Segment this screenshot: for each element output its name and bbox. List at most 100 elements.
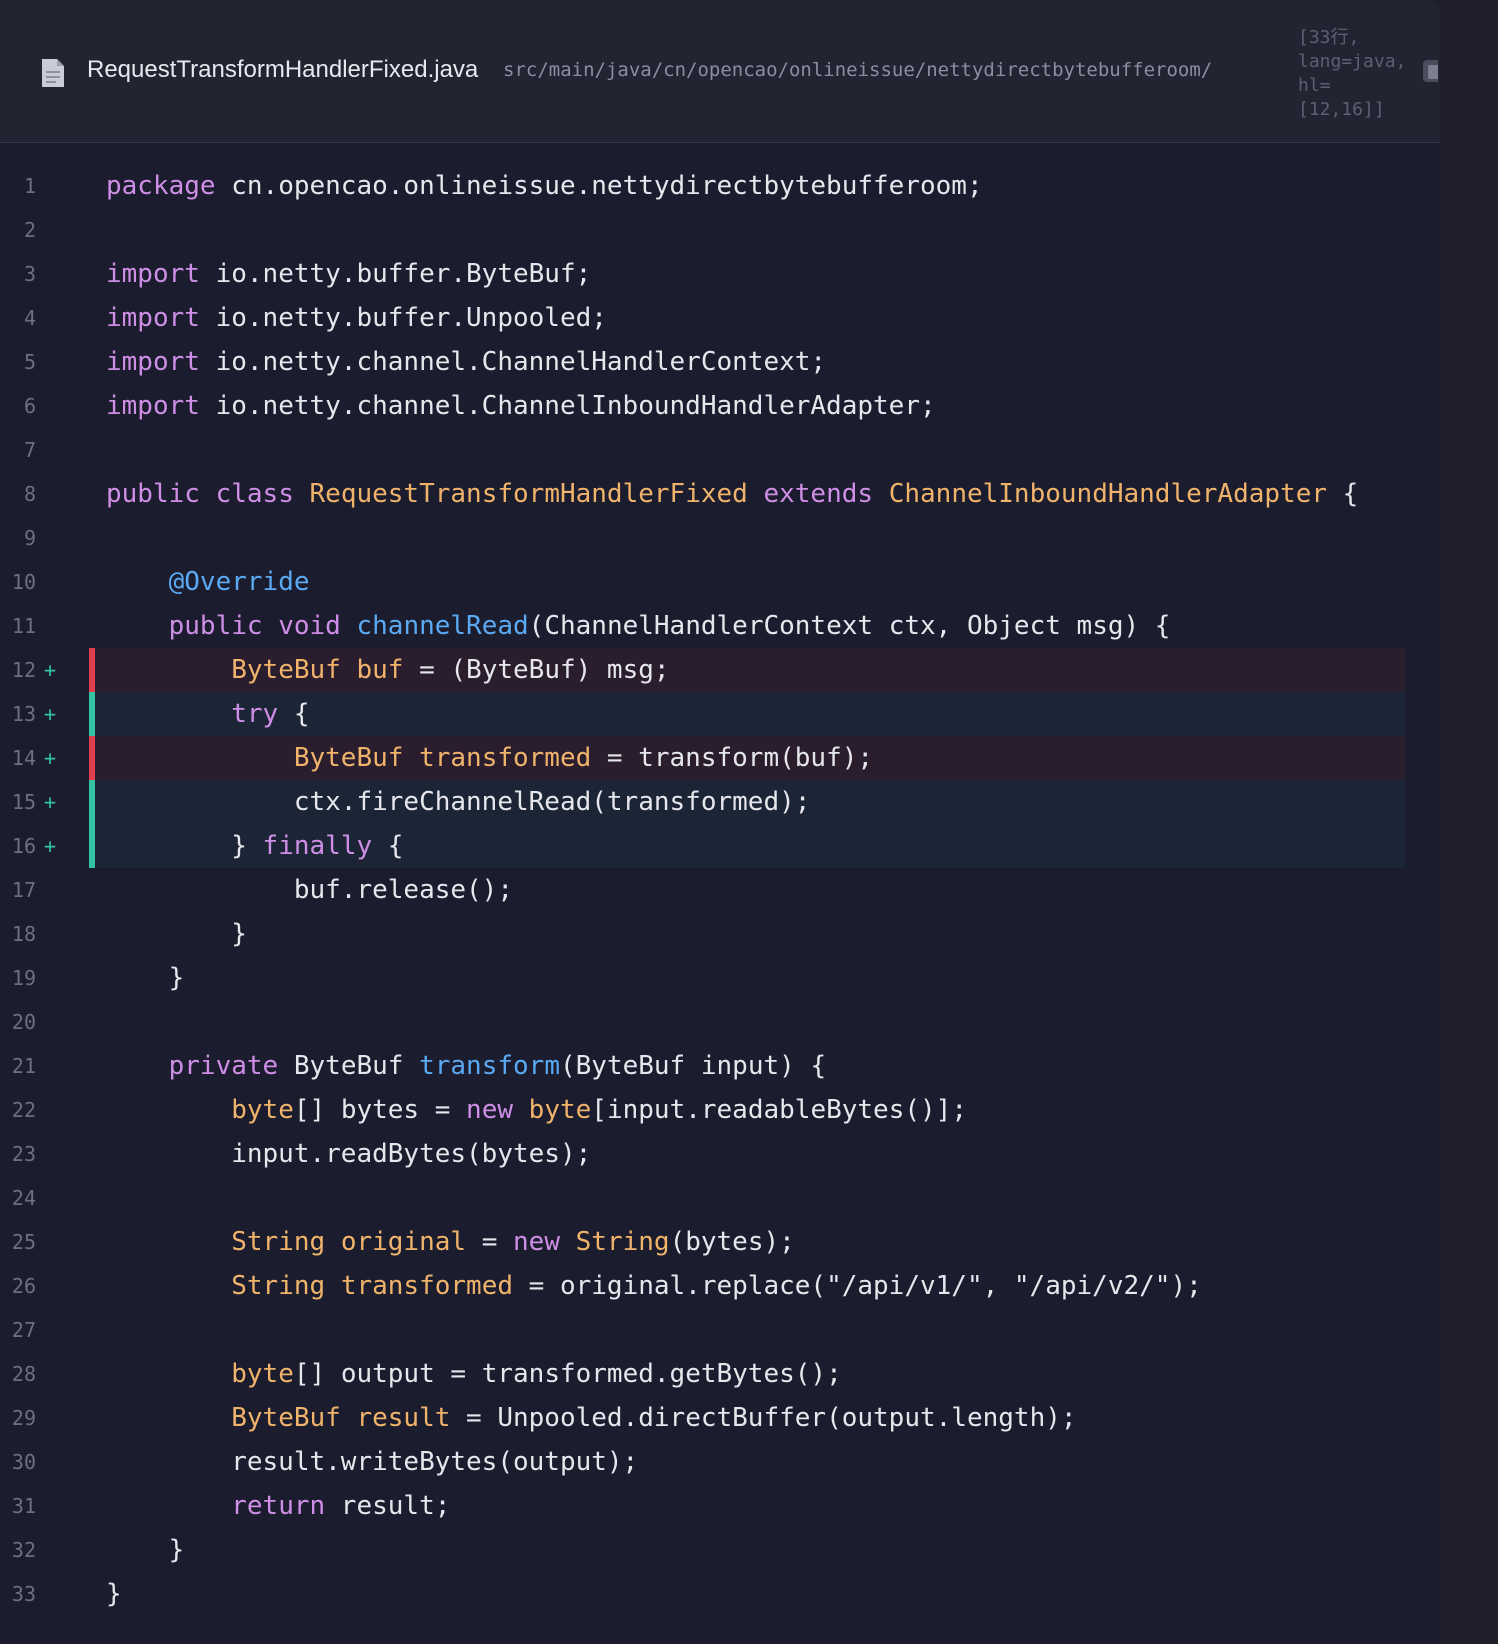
code-token: try bbox=[231, 699, 279, 729]
line-number: 17 bbox=[11, 878, 36, 902]
line-number: 7 bbox=[23, 438, 36, 462]
code-token: original bbox=[340, 1227, 467, 1257]
line-number: 26 bbox=[11, 1274, 36, 1298]
line-number: 28 bbox=[11, 1362, 36, 1386]
code-token: } bbox=[106, 919, 247, 949]
code-line: 14 + ByteBuf transformed = transform(buf)… bbox=[0, 736, 1440, 780]
code-token: (ChannelHandlerContext ctx, Object msg) … bbox=[528, 611, 1171, 641]
code-token: } bbox=[106, 831, 263, 861]
code-line: 2 bbox=[0, 208, 1440, 252]
code-line: 24 bbox=[0, 1176, 1440, 1220]
code-line: 1 package cn.opencao.onlineissue.nettydir… bbox=[0, 164, 1440, 208]
side-gutter bbox=[1440, 0, 1498, 1644]
line-source: } bbox=[106, 912, 247, 956]
code-token: import bbox=[106, 347, 200, 377]
code-token: ChannelInboundHandlerAdapter bbox=[888, 479, 1327, 509]
line-number: 27 bbox=[11, 1318, 36, 1342]
line-source: ByteBuf buf = (ByteBuf) msg; bbox=[106, 648, 670, 692]
code-token: transformed bbox=[419, 743, 592, 773]
code-token: extends bbox=[763, 479, 874, 509]
copy-icon[interactable] bbox=[1420, 58, 1438, 84]
line-number: 12 bbox=[11, 658, 36, 682]
code-token: [input.readableBytes()]; bbox=[591, 1095, 967, 1125]
line-highlight-bar bbox=[89, 824, 95, 868]
line-number: 19 bbox=[11, 966, 36, 990]
code-token: ctx.fireChannelRead(transformed); bbox=[106, 787, 811, 817]
line-source: } bbox=[106, 1572, 122, 1616]
code-token: { bbox=[372, 831, 404, 861]
code-line: 11 public void channelRead(ChannelHandle… bbox=[0, 604, 1440, 648]
line-number: 5 bbox=[23, 350, 36, 374]
file-header: RequestTransformHandlerFixed.java src/ma… bbox=[0, 0, 1440, 143]
line-highlight-bar bbox=[89, 780, 95, 824]
code-token: { bbox=[1327, 479, 1359, 509]
line-source: String original = new String(bytes); bbox=[106, 1220, 795, 1264]
line-number: 25 bbox=[11, 1230, 36, 1254]
line-number: 16 bbox=[11, 834, 36, 858]
code-line: 26 String transformed = original.replace… bbox=[0, 1264, 1440, 1308]
code-token: buf bbox=[356, 655, 404, 685]
line-source: buf.release(); bbox=[106, 868, 513, 912]
code-token: import bbox=[106, 259, 200, 289]
code-viewer-panel: RequestTransformHandlerFixed.java src/ma… bbox=[0, 0, 1440, 1644]
line-source: input.readBytes(bytes); bbox=[106, 1132, 591, 1176]
code-token: public bbox=[106, 479, 200, 509]
line-source: } bbox=[106, 956, 185, 1000]
code-token: = (ByteBuf) msg; bbox=[403, 655, 670, 685]
code-line: 32 } bbox=[0, 1528, 1440, 1572]
code-token: String bbox=[575, 1227, 670, 1257]
line-number: 18 bbox=[11, 922, 36, 946]
code-token: transformed bbox=[340, 1271, 513, 1301]
code-line: 3 import io.netty.buffer.ByteBuf; bbox=[0, 252, 1440, 296]
code-token: import bbox=[106, 303, 200, 333]
line-number: 32 bbox=[11, 1538, 36, 1562]
code-line: 31 return result; bbox=[0, 1484, 1440, 1528]
code-token: byte bbox=[528, 1095, 592, 1125]
code-token: io.netty.buffer.Unpooled; bbox=[199, 303, 607, 333]
code-token: String bbox=[231, 1227, 326, 1257]
code-line: 18 } bbox=[0, 912, 1440, 956]
code-token: byte bbox=[231, 1359, 294, 1389]
code-line: 30 result.writeBytes(output); bbox=[0, 1440, 1440, 1484]
line-source: ctx.fireChannelRead(transformed); bbox=[106, 780, 811, 824]
line-source: byte[] bytes = new byte[input.readableBy… bbox=[106, 1088, 967, 1132]
code-line: 19 } bbox=[0, 956, 1440, 1000]
code-token: (bytes); bbox=[669, 1227, 795, 1257]
code-token: return bbox=[231, 1491, 326, 1521]
line-number: 3 bbox=[23, 262, 36, 286]
line-source: } bbox=[106, 1528, 185, 1572]
code-line: 22 byte[] bytes = new byte[input.readabl… bbox=[0, 1088, 1440, 1132]
line-number: 4 bbox=[23, 306, 36, 330]
line-number: 1 bbox=[23, 174, 36, 198]
code-line: 17 buf.release(); bbox=[0, 868, 1440, 912]
code-token: class bbox=[215, 479, 294, 509]
code-line: 6 import io.netty.channel.ChannelInboundH… bbox=[0, 384, 1440, 428]
line-number: 21 bbox=[11, 1054, 36, 1078]
document-icon bbox=[42, 59, 64, 87]
code-token: ByteBuf bbox=[278, 1051, 420, 1081]
added-marker: + bbox=[44, 658, 57, 682]
code-token: ByteBuf bbox=[293, 743, 404, 773]
code-token: channelRead bbox=[356, 611, 529, 641]
code-block: 1 package cn.opencao.onlineissue.nettydir… bbox=[0, 164, 1440, 1616]
line-source: result.writeBytes(output); bbox=[106, 1440, 638, 1484]
code-line: 8 public class RequestTransformHandlerFix… bbox=[0, 472, 1440, 516]
line-number: 11 bbox=[11, 614, 36, 638]
line-number: 23 bbox=[11, 1142, 36, 1166]
line-source: import io.netty.channel.ChannelInboundHa… bbox=[106, 384, 936, 428]
code-token: public bbox=[168, 611, 263, 641]
line-source: ByteBuf transformed = transform(buf); bbox=[106, 736, 873, 780]
